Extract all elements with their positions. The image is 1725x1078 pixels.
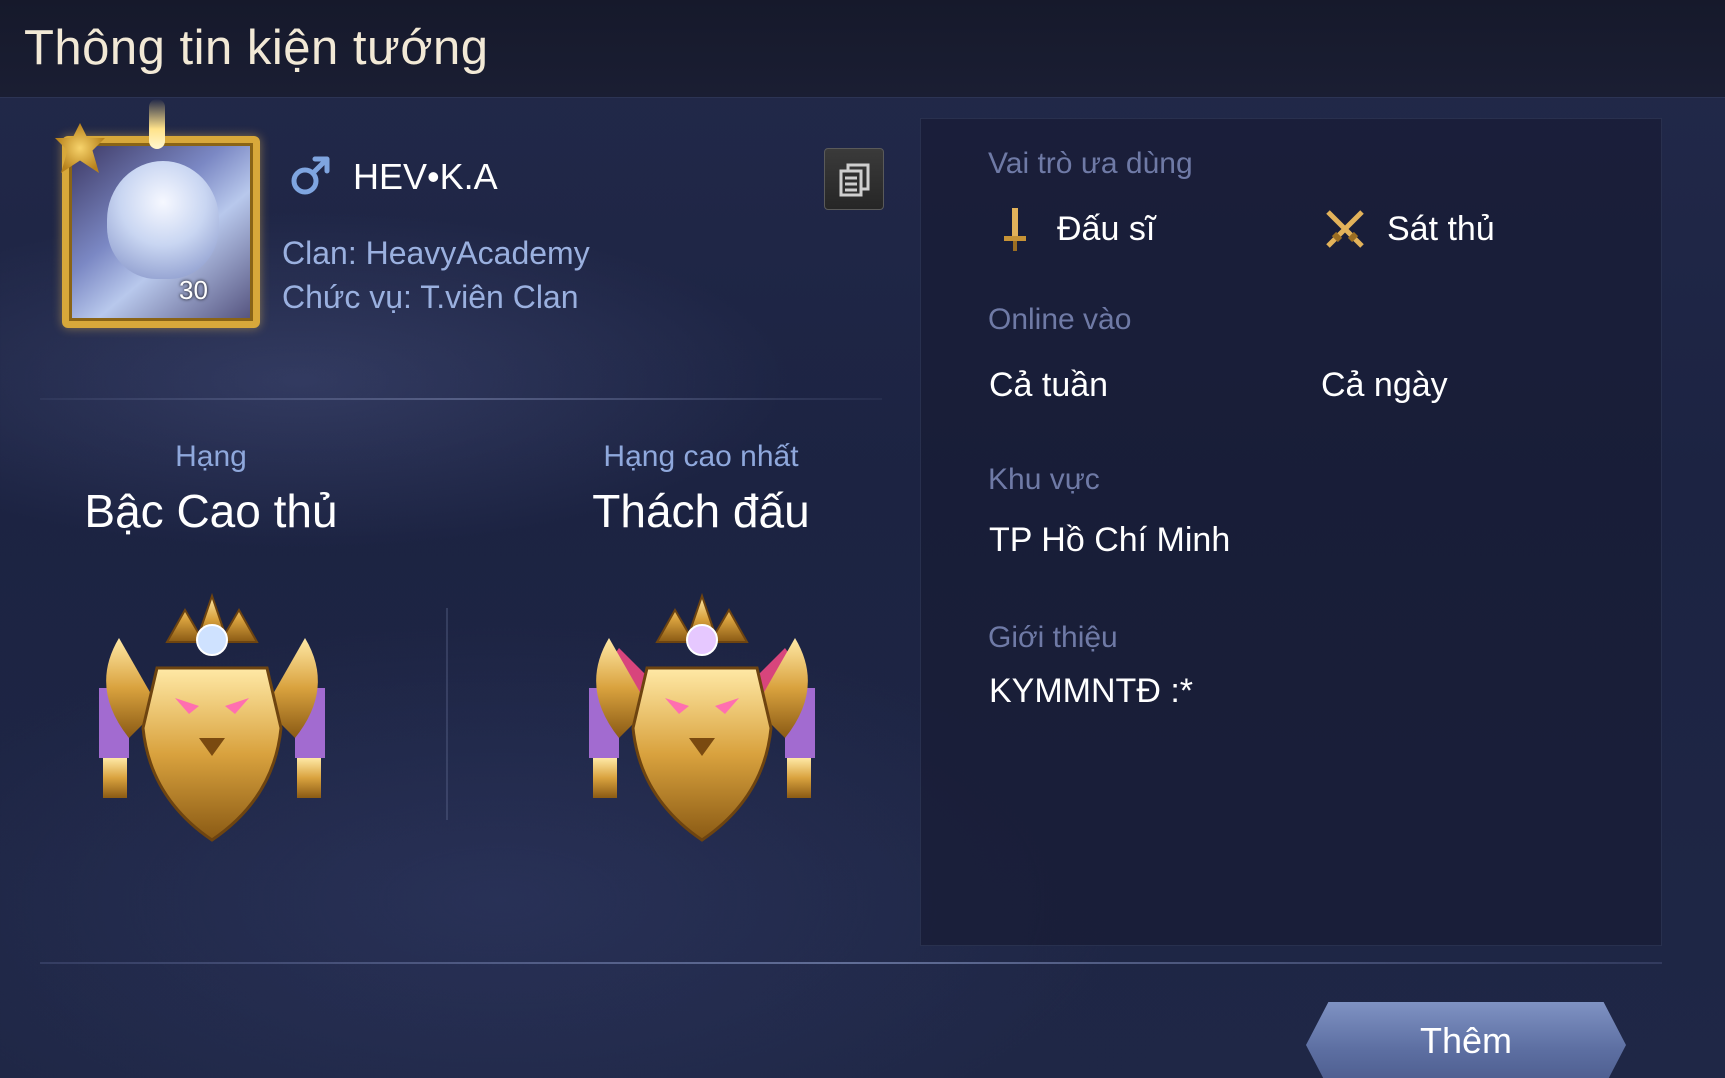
player-name: HEV•K.A (353, 156, 498, 197)
gold-lion-emblem-pink-icon[interactable] (579, 578, 825, 850)
avatar-level: 30 (179, 275, 208, 305)
intro-value: KYMMNTĐ :* (989, 672, 1193, 710)
highest-rank-value: Thách đấu (592, 485, 810, 537)
gold-lion-emblem-icon[interactable] (89, 578, 335, 850)
page-title: Thông tin kiện tướng (24, 21, 489, 75)
sparkle-icon (149, 99, 165, 149)
highest-rank-label: Hạng cao nhất (603, 440, 799, 473)
crown-badge-icon (55, 123, 105, 173)
current-rank: Hạng Bậc Cao thủ (21, 440, 401, 538)
role-assassin: Sát thủ (1387, 210, 1495, 248)
current-rank-label: Hạng (175, 440, 247, 473)
online-label: Online vào (988, 303, 1132, 336)
avatar-portrait (107, 161, 219, 279)
online-days: Cả tuần (989, 366, 1109, 404)
more-button-label: Thêm (1419, 1020, 1513, 1061)
region-label: Khu vực (988, 463, 1100, 496)
copy-icon (839, 163, 870, 197)
intro-label: Giới thiệu (988, 621, 1118, 654)
sword-icon (1004, 208, 1026, 251)
more-button[interactable]: Thêm (1306, 1002, 1626, 1078)
crossed-daggers-icon (1326, 210, 1364, 248)
profile-divider (40, 398, 882, 400)
clan-name[interactable]: Clan: HeavyAcademy (282, 235, 590, 272)
online-hours: Cả ngày (1321, 366, 1448, 404)
copy-button[interactable] (824, 148, 884, 210)
clan-role: Chức vụ: T.viên Clan (282, 279, 579, 315)
highest-rank: Hạng cao nhất Thách đấu (511, 440, 891, 538)
bottom-divider (40, 962, 1662, 964)
rank-divider (446, 608, 448, 820)
male-icon (291, 156, 330, 195)
current-rank-value: Bậc Cao thủ (84, 485, 338, 537)
avatar[interactable]: 30 (55, 99, 260, 328)
role-fighter: Đấu sĩ (1057, 210, 1156, 248)
title-bar: Thông tin kiện tướng (0, 0, 1725, 98)
region-value: TP Hồ Chí Minh (989, 521, 1231, 559)
preferred-roles-label: Vai trò ưa dùng (988, 147, 1193, 180)
